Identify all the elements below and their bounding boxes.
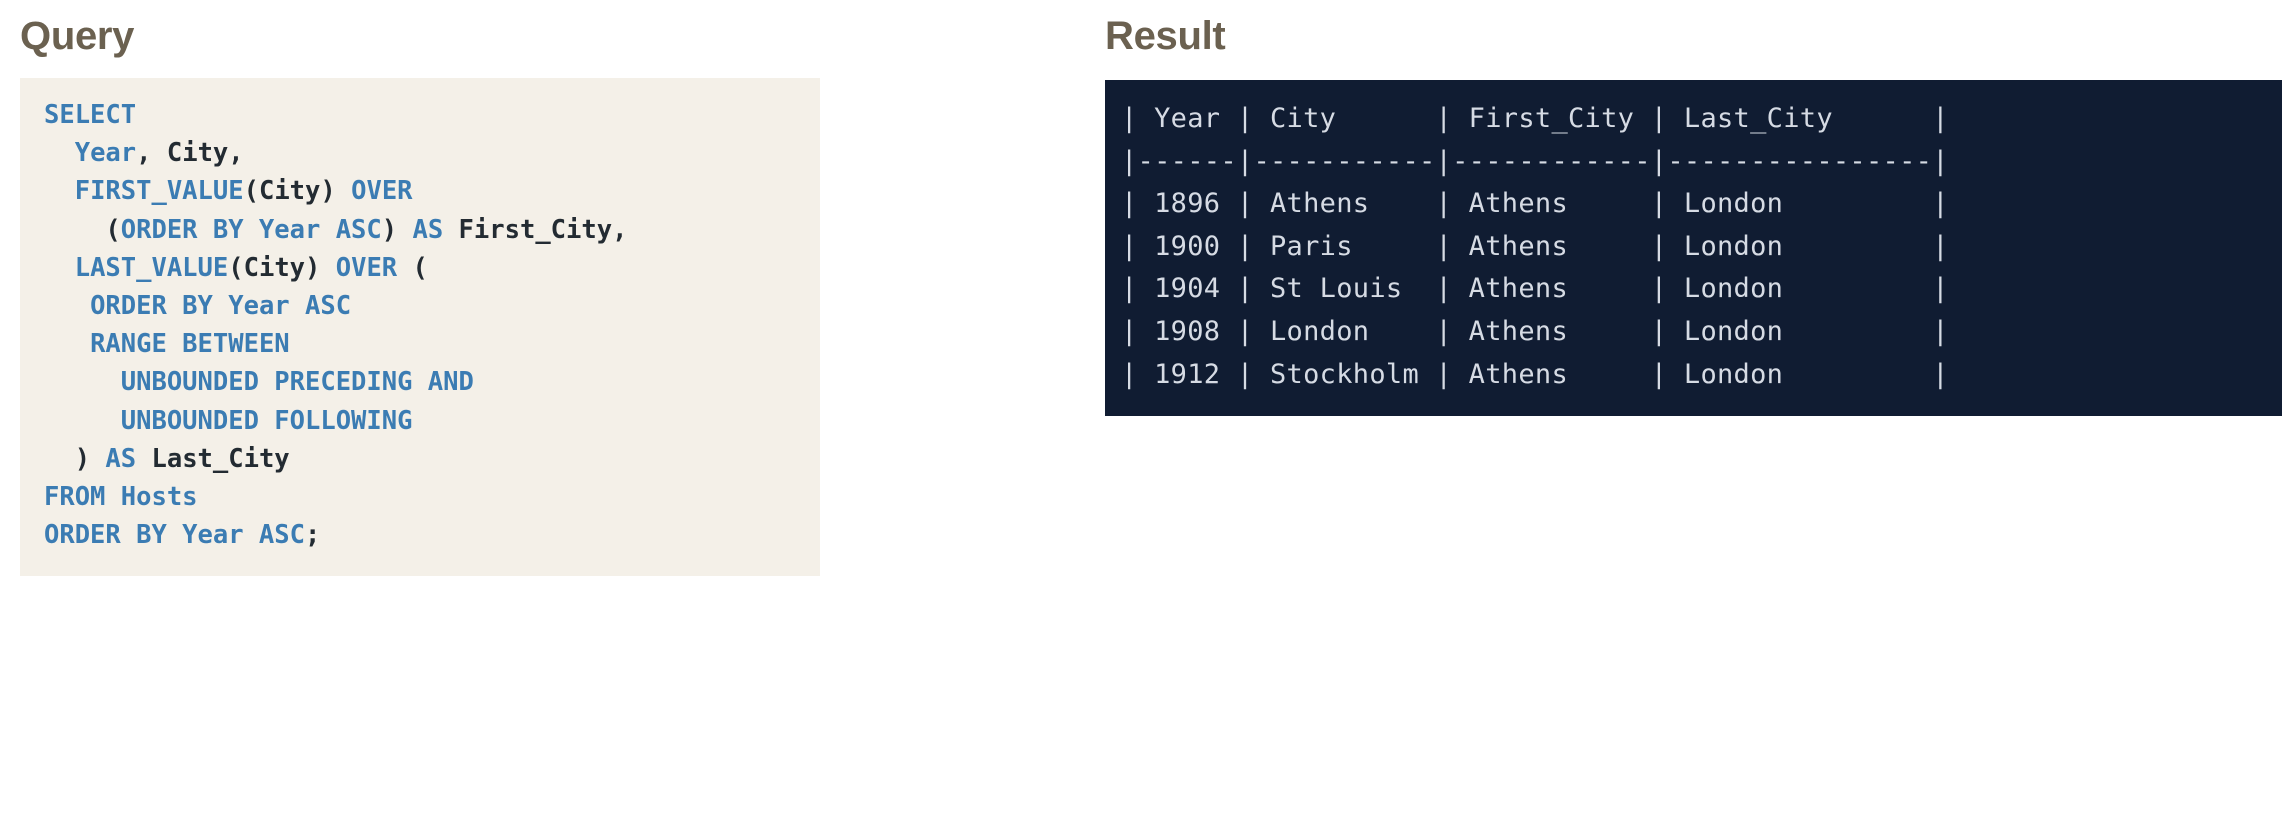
sql-token: FROM: [44, 482, 106, 513]
sql-token: (: [243, 176, 259, 207]
sql-token: SELECT: [44, 100, 137, 130]
sql-token: City: [258, 176, 321, 207]
sql-token: OVER: [335, 252, 398, 283]
sql-token: UNBOUNDED PRECEDING AND: [120, 367, 474, 398]
sql-token: ): [44, 443, 106, 474]
sql-token: ): [305, 252, 336, 283]
sql-token: ): [381, 214, 413, 245]
sql-token: (: [228, 252, 244, 283]
sql-token: AS: [105, 443, 137, 474]
sql-token: LAST_VALUE: [74, 252, 229, 283]
sql-token: FIRST_VALUE: [74, 176, 244, 207]
result-panel: Result | Year | City | First_City | Last…: [1105, 0, 2282, 417]
query-panel: Query SELECT Year, City, FIRST_VALUE(Cit…: [20, 0, 820, 577]
sql-token: Year: [74, 138, 137, 169]
sql-token: OVER: [351, 176, 413, 207]
page-root: Query SELECT Year, City, FIRST_VALUE(Cit…: [0, 0, 2282, 824]
sql-code-block[interactable]: SELECT Year, City, FIRST_VALUE(City) OVE…: [20, 78, 820, 577]
sql-token: ;: [305, 520, 321, 551]
sql-token: First_City,: [443, 214, 628, 245]
sql-token: ): [320, 176, 352, 207]
query-heading: Query: [20, 14, 135, 58]
result-output-block[interactable]: | Year | City | First_City | Last_City |…: [1105, 80, 2282, 417]
sql-token: (: [397, 252, 428, 283]
sql-token: UNBOUNDED FOLLOWING: [120, 405, 413, 436]
sql-token: Last_City: [136, 443, 290, 474]
sql-token: Hosts: [105, 482, 198, 513]
sql-token: City: [243, 252, 306, 283]
sql-token: ORDER BY Year ASC: [90, 291, 352, 322]
sql-token: ORDER BY Year ASC: [120, 214, 382, 245]
sql-code-text: SELECT Year, City, FIRST_VALUE(City) OVE…: [20, 96, 820, 554]
sql-token: ,: [136, 138, 167, 169]
sql-token: ORDER BY Year ASC: [44, 520, 305, 551]
sql-token: RANGE BETWEEN: [90, 329, 290, 360]
sql-token: ,: [228, 138, 244, 169]
result-ascii-table: | Year | City | First_City | Last_City |…: [1121, 103, 1949, 390]
sql-token: AS: [412, 214, 444, 245]
sql-token: (: [44, 214, 121, 245]
sql-token: City: [166, 138, 229, 169]
result-heading: Result: [1105, 14, 1226, 58]
